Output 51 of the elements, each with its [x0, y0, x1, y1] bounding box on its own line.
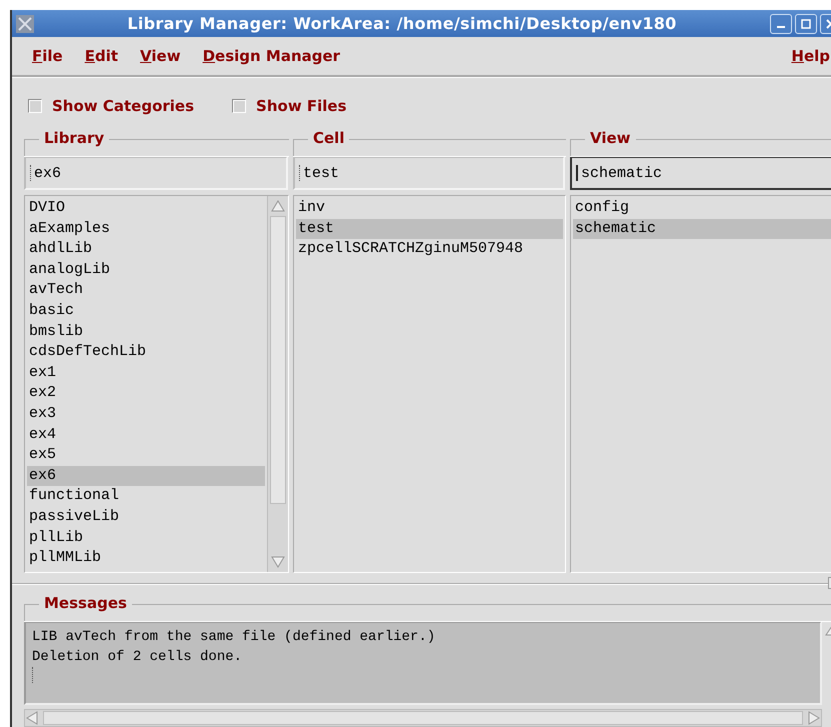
scroll-down-icon[interactable]	[270, 554, 286, 570]
app-icon	[16, 14, 34, 32]
group-title: Library	[39, 129, 110, 147]
minimize-icon	[777, 26, 785, 28]
list-item[interactable]: DVIO	[27, 198, 265, 219]
list-item[interactable]: ex4	[27, 424, 265, 446]
scroll-left-icon[interactable]	[25, 711, 39, 725]
list-item[interactable]: inv	[296, 198, 563, 219]
message-line: LIB avTech from the same file (defined earlier.)	[32, 628, 436, 647]
minimize-button[interactable]	[770, 14, 792, 34]
list-item[interactable]: ex6	[27, 466, 265, 486]
input-field[interactable]: test	[293, 156, 565, 190]
menu-item[interactable]: Design Manager	[202, 47, 340, 65]
list-item[interactable]: ex2	[27, 383, 265, 404]
menu-item[interactable]: File	[32, 47, 63, 65]
input-field[interactable]: ex6	[24, 156, 288, 190]
checkbox-label[interactable]: Show Files	[256, 97, 347, 115]
maximize-button[interactable]	[795, 14, 817, 34]
message-line: Deletion of 2 cells done.	[32, 648, 244, 667]
window-title: Library Manager: WorkArea: /home/simchi/Desktop/env180	[126, 14, 678, 33]
maximize-icon	[801, 18, 811, 28]
menu-item[interactable]: View	[140, 47, 181, 65]
list-item[interactable]: pllMMLib	[27, 548, 265, 569]
input-field[interactable]: schematic	[570, 156, 831, 190]
list-item[interactable]: aExamples	[27, 218, 265, 240]
scrollbar[interactable]	[24, 709, 822, 727]
list-item[interactable]: bmslib	[27, 322, 265, 342]
checkbox-label[interactable]: Show Categories	[52, 97, 194, 115]
list-item[interactable]: test	[296, 218, 563, 240]
list-item[interactable]: ahdlLib	[27, 239, 265, 260]
group-title: Messages	[39, 594, 132, 612]
list-item[interactable]: zpcellSCRATCHZginuM507948	[296, 239, 563, 260]
list-item[interactable]: ex5	[27, 445, 265, 466]
scroll-up-icon[interactable]	[270, 198, 286, 214]
scrollbar[interactable]	[267, 196, 288, 572]
list-item[interactable]: basic	[27, 300, 265, 322]
checkbox[interactable]	[28, 99, 42, 113]
list-item[interactable]: functional	[27, 486, 265, 507]
list-item[interactable]: ex1	[27, 362, 265, 384]
list-item[interactable]: pllLib	[27, 528, 265, 548]
list-item[interactable]: passiveLib	[27, 506, 265, 528]
list-item[interactable]: config	[573, 198, 831, 219]
menu-item[interactable]: Help	[791, 47, 830, 65]
checkbox[interactable]	[232, 99, 246, 113]
list-item[interactable]: schematic	[573, 218, 831, 240]
list-item[interactable]: avTech	[27, 280, 265, 301]
menu-item[interactable]: Edit	[84, 47, 118, 65]
scroll-right-icon[interactable]	[807, 711, 821, 725]
list-item[interactable]: analogLib	[27, 260, 265, 280]
list-item[interactable]: cdsDefTechLib	[27, 342, 265, 363]
list-item[interactable]: ex3	[27, 404, 265, 425]
